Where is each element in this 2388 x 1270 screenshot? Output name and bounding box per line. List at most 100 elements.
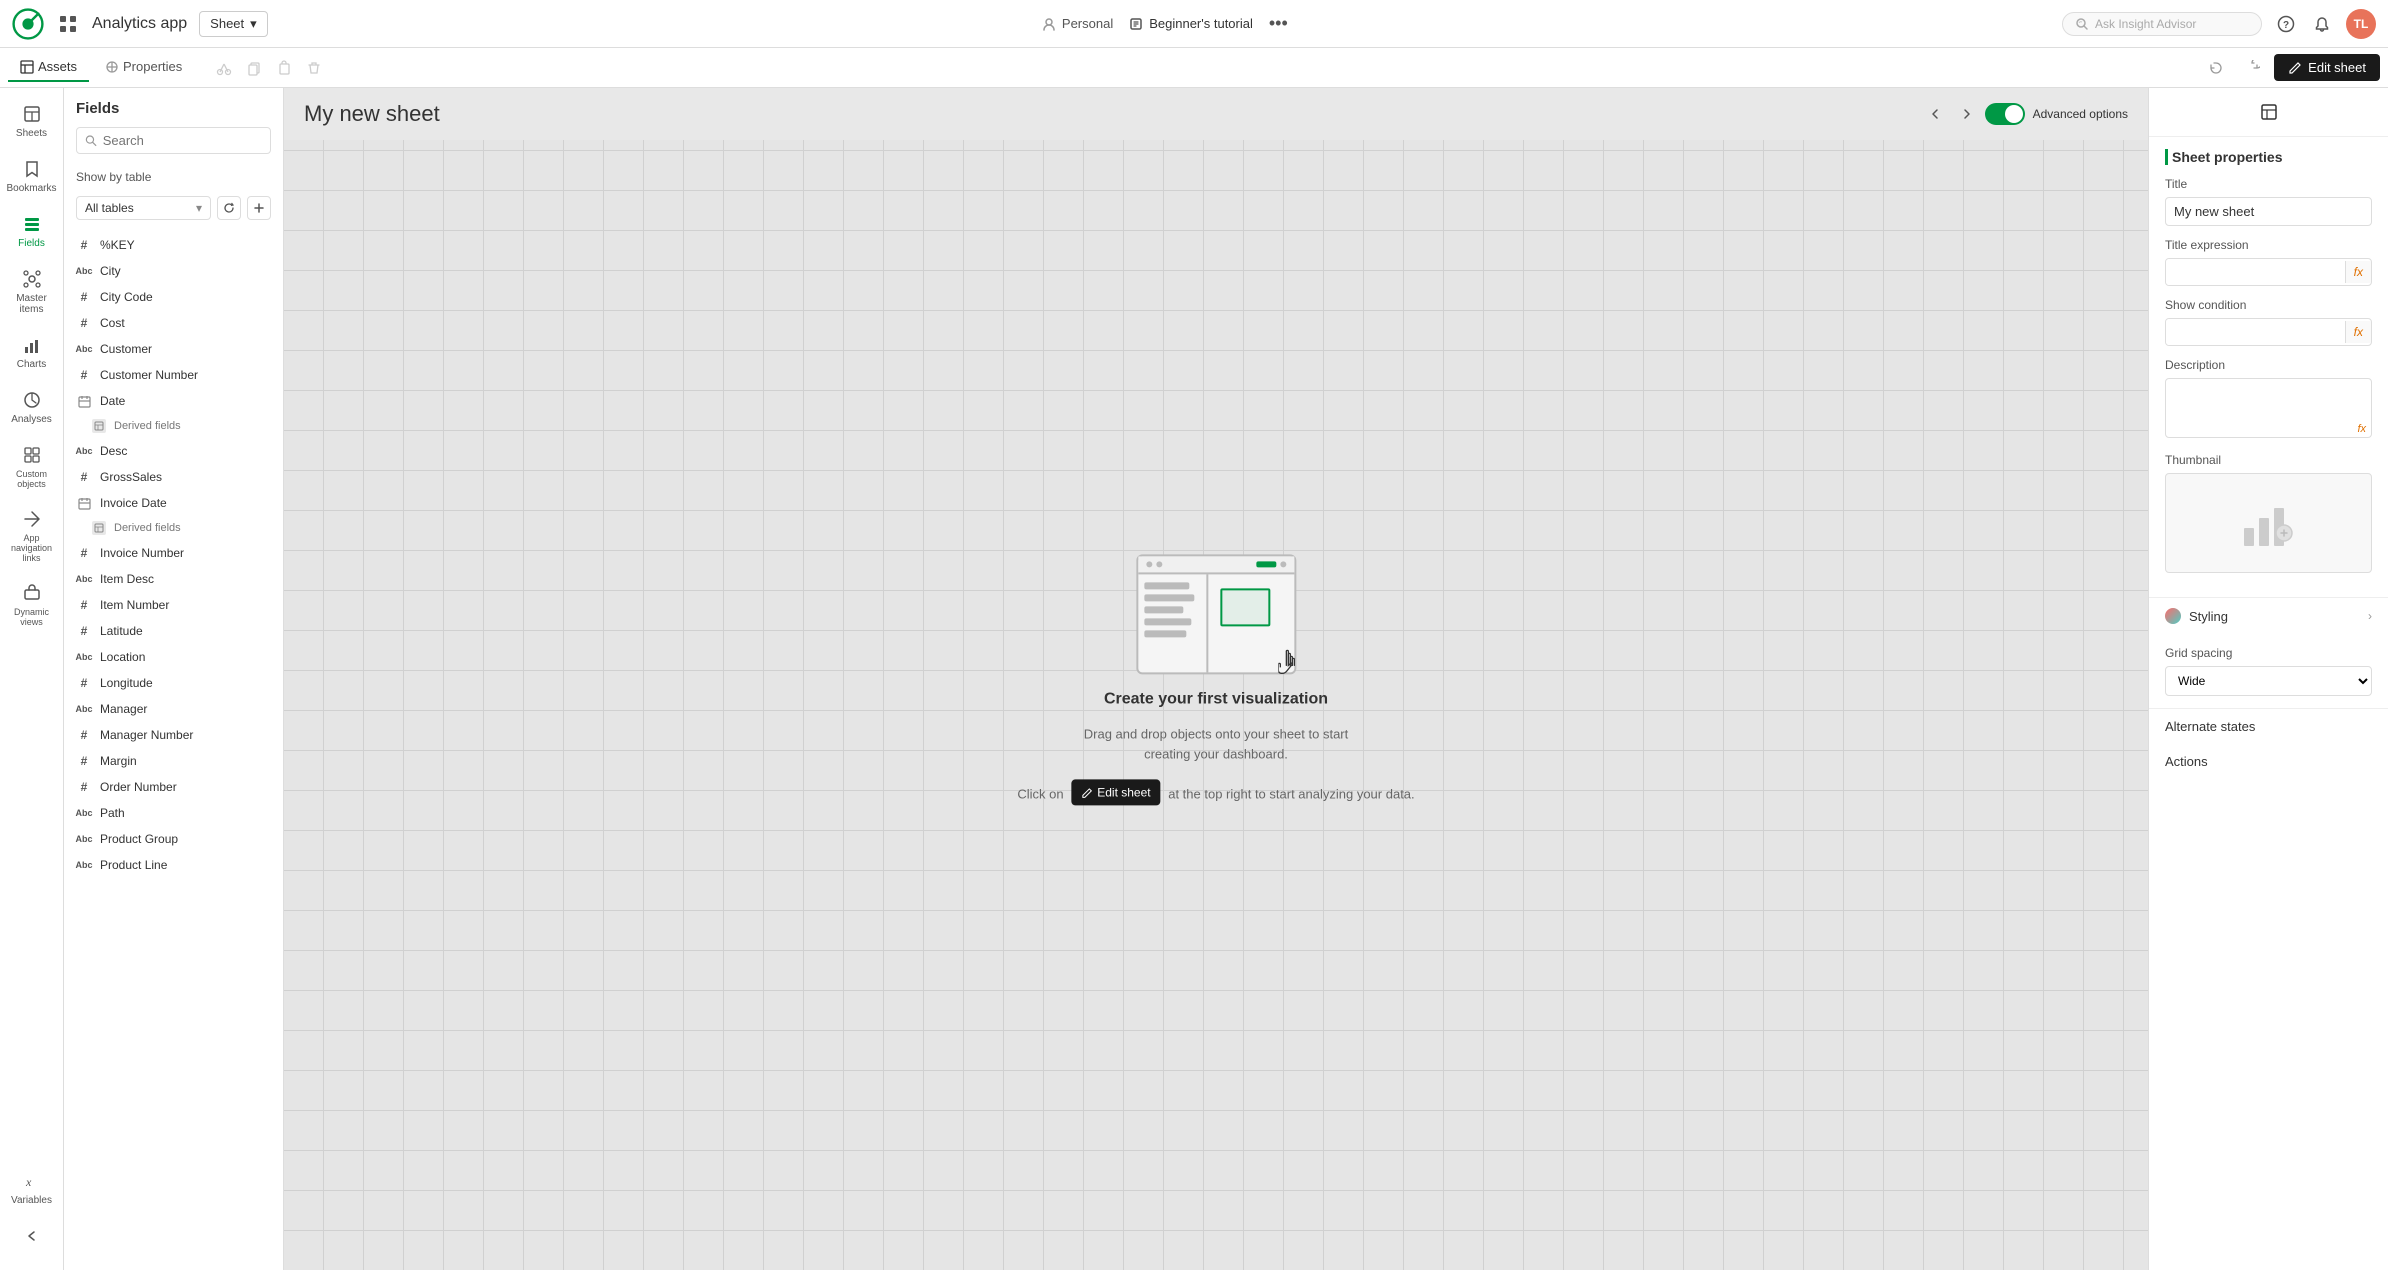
dropdown-arrow: ▾ — [196, 201, 202, 215]
field-type-hash: # — [76, 289, 92, 305]
insight-advisor-search[interactable]: Ask Insight Advisor — [2062, 12, 2262, 36]
svg-text:x: x — [25, 1175, 32, 1189]
toolbar-actions — [210, 54, 328, 82]
thumbnail-property: Thumbnail — [2165, 453, 2372, 573]
field-item[interactable]: Abc Path — [64, 800, 283, 826]
sidebar-item-bookmarks[interactable]: Bookmarks — [4, 151, 60, 202]
sheet-selector-dropdown[interactable]: Sheet ▾ — [199, 11, 268, 37]
fields-list: # %KEY Abc City # City Code # Cost Abc C… — [64, 228, 283, 1270]
sidebar-item-variables[interactable]: x Variables — [4, 1163, 60, 1214]
next-sheet-button[interactable] — [1953, 100, 1981, 128]
add-field-button[interactable] — [247, 196, 271, 220]
field-item[interactable]: # Order Number — [64, 774, 283, 800]
edit-sheet-inline-btn[interactable]: Edit sheet — [1071, 779, 1160, 805]
app-logo[interactable] — [12, 8, 44, 40]
sidebar-collapse-button[interactable] — [4, 1218, 60, 1254]
sidebar-item-dynamic-views[interactable]: Dynamic views — [4, 575, 60, 635]
sidebar-item-sheets[interactable]: Sheets — [4, 96, 60, 147]
field-item[interactable]: Abc Product Line — [64, 852, 283, 878]
field-item[interactable]: Abc Customer — [64, 336, 283, 362]
sidebar-item-master-items[interactable]: Master items — [4, 261, 60, 323]
field-item[interactable]: Abc Location — [64, 644, 283, 670]
user-avatar[interactable]: TL — [2346, 9, 2376, 39]
field-item[interactable]: Abc City — [64, 258, 283, 284]
tutorial-link[interactable]: Beginner's tutorial — [1129, 16, 1253, 31]
edit-sheet-label: Edit sheet — [2308, 60, 2366, 75]
field-name: Product Group — [100, 832, 178, 846]
cut-icon[interactable] — [210, 54, 238, 82]
refresh-fields-button[interactable] — [217, 196, 241, 220]
notifications-icon[interactable] — [2310, 12, 2334, 36]
actions-row[interactable]: Actions — [2149, 744, 2388, 779]
sheet-canvas[interactable]: Create your first visualization Drag and… — [284, 140, 2148, 1270]
alternate-states-row[interactable]: Alternate states — [2149, 709, 2388, 744]
field-name: Desc — [100, 444, 127, 458]
assets-icon — [20, 60, 34, 74]
search-box[interactable] — [76, 127, 271, 154]
title-expression-input[interactable] — [2166, 259, 2345, 285]
field-item[interactable]: Abc Product Group — [64, 826, 283, 852]
prev-sheet-button[interactable] — [1921, 100, 1949, 128]
show-condition-fx-btn[interactable]: fx — [2345, 321, 2371, 343]
field-item[interactable]: # Item Number — [64, 592, 283, 618]
edit-sheet-button[interactable]: Edit sheet — [2274, 54, 2380, 81]
all-tables-select[interactable]: All tables ▾ — [76, 196, 211, 220]
search-icon — [85, 134, 97, 147]
styling-label: Styling — [2165, 608, 2228, 624]
analyses-icon — [22, 390, 42, 410]
field-item[interactable]: # Latitude — [64, 618, 283, 644]
sidebar-item-analyses[interactable]: Analyses — [4, 382, 60, 433]
field-item[interactable]: # GrossSales — [64, 464, 283, 490]
sidebar-item-custom-objects[interactable]: Custom objects — [4, 437, 60, 497]
sidebar-item-fields[interactable]: Fields — [4, 206, 60, 257]
actions-label: Actions — [2165, 754, 2208, 769]
title-expression-fx-btn[interactable]: fx — [2345, 261, 2371, 283]
sidebar-item-charts[interactable]: Charts — [4, 327, 60, 378]
field-item[interactable]: # City Code — [64, 284, 283, 310]
field-type-hash: # — [76, 753, 92, 769]
collapse-icon — [22, 1226, 42, 1246]
search-input[interactable] — [103, 133, 262, 148]
apps-grid-icon[interactable] — [56, 12, 80, 36]
derived-fields-item[interactable]: Derived fields — [64, 516, 283, 540]
field-item[interactable]: # %KEY — [64, 232, 283, 258]
paste-icon[interactable] — [270, 54, 298, 82]
master-items-label: Master items — [8, 293, 56, 315]
description-fx-btn[interactable]: fx — [2357, 423, 2366, 435]
grid-spacing-select[interactable]: Wide Narrow Medium — [2165, 666, 2372, 696]
more-options-icon[interactable]: ••• — [1269, 13, 1288, 34]
show-condition-input[interactable] — [2166, 319, 2345, 345]
field-item[interactable]: # Manager Number — [64, 722, 283, 748]
derived-fields-item[interactable]: Derived fields — [64, 414, 283, 438]
sidebar-item-app-navigation[interactable]: App navigation links — [4, 501, 60, 571]
undo-icon[interactable] — [2202, 54, 2230, 82]
title-input[interactable] — [2165, 197, 2372, 226]
help-icon[interactable]: ? — [2274, 12, 2298, 36]
redo-icon[interactable] — [2238, 54, 2266, 82]
field-item[interactable]: # Longitude — [64, 670, 283, 696]
properties-panel-icon[interactable] — [2253, 96, 2285, 128]
field-name: Path — [100, 806, 125, 820]
styling-row[interactable]: Styling › — [2149, 598, 2388, 634]
tab-properties[interactable]: Properties — [93, 53, 194, 82]
field-item[interactable]: Abc Desc — [64, 438, 283, 464]
all-tables-label: All tables — [85, 201, 134, 215]
field-item[interactable]: Date — [64, 388, 283, 414]
copy-icon[interactable] — [240, 54, 268, 82]
variables-icon: x — [22, 1171, 42, 1191]
field-item[interactable]: Abc Manager — [64, 696, 283, 722]
advanced-options-toggle[interactable]: Advanced options — [1985, 103, 2128, 125]
thumbnail-area[interactable] — [2165, 473, 2372, 573]
field-type-hash: # — [76, 623, 92, 639]
field-item[interactable]: Abc Item Desc — [64, 566, 283, 592]
field-type-abc: Abc — [76, 263, 92, 279]
field-item[interactable]: # Customer Number — [64, 362, 283, 388]
field-item[interactable]: # Invoice Number — [64, 540, 283, 566]
field-type-cal — [76, 495, 92, 511]
tab-assets[interactable]: Assets — [8, 53, 89, 82]
description-textarea[interactable] — [2165, 378, 2372, 438]
field-item[interactable]: Invoice Date — [64, 490, 283, 516]
field-item[interactable]: # Margin — [64, 748, 283, 774]
delete-icon[interactable] — [300, 54, 328, 82]
field-item[interactable]: # Cost — [64, 310, 283, 336]
